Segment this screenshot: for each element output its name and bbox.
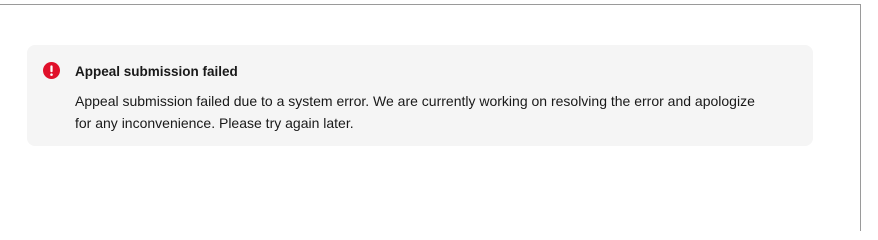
error-icon bbox=[43, 62, 60, 79]
alert-message: Appeal submission failed due to a system… bbox=[75, 93, 755, 131]
error-alert: Appeal submission failed Appeal submissi… bbox=[27, 45, 813, 146]
content-panel: Appeal submission failed Appeal submissi… bbox=[0, 4, 861, 231]
alert-title: Appeal submission failed bbox=[75, 64, 238, 79]
